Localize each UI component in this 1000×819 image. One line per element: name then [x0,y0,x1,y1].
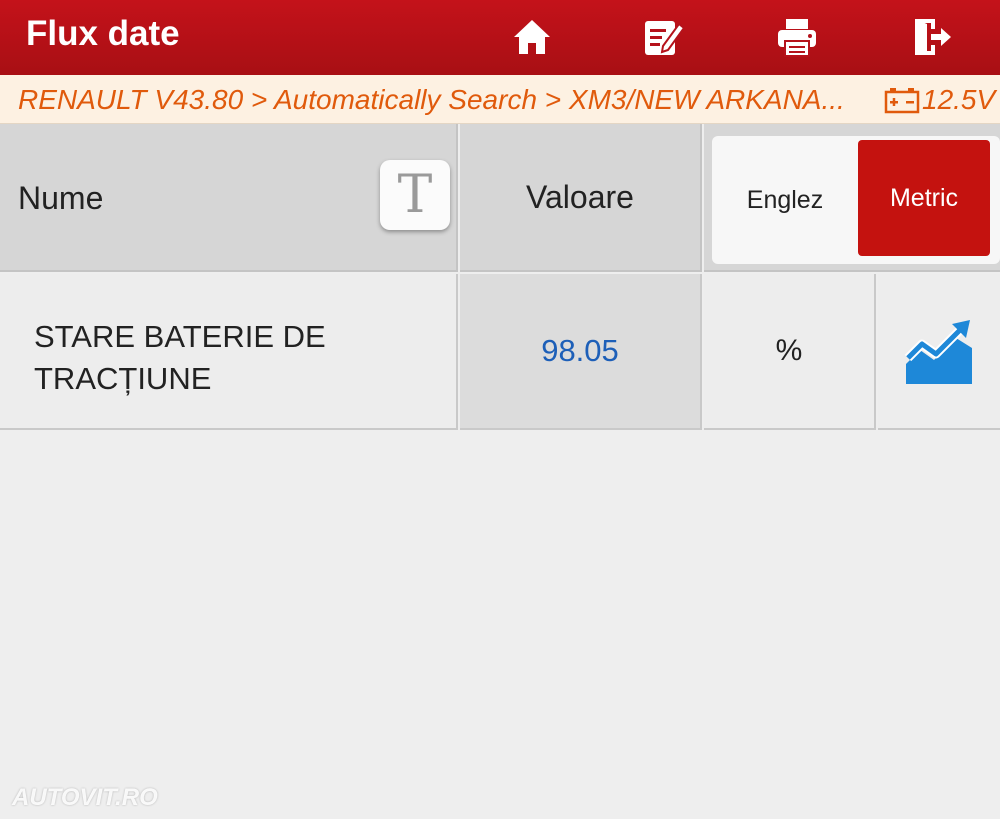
column-header-name: Nume T [0,124,458,272]
column-header-value: Valoare [460,124,702,272]
graph-button[interactable] [878,274,1000,430]
battery-voltage: 12.5V [922,84,996,115]
edit-icon [645,21,685,55]
trend-chart-icon [904,320,972,384]
home-button[interactable] [505,10,559,64]
row-name: STARE BATERIE DE TRACȚIUNE [34,319,326,396]
row-unit-cell: % [704,274,876,430]
print-button[interactable] [770,10,824,64]
row-value: 98.05 [541,333,619,368]
row-name-cell: STARE BATERIE DE TRACȚIUNE [0,274,458,430]
exit-icon [915,19,951,55]
breadcrumb-bar: RENAULT V43.80 > Automatically Search > … [0,75,1000,124]
breadcrumb: RENAULT V43.80 > Automatically Search > … [18,84,845,115]
value-header-label: Valoare [526,178,634,215]
english-units-button[interactable]: Englez [712,136,858,264]
unit-toggle: Englez Metric [712,136,1000,264]
name-header-label: Nume [18,180,104,216]
top-bar: Flux date [0,0,1000,75]
battery-status: 12.5V [884,84,995,116]
metric-units-button[interactable]: Metric [858,140,990,256]
text-format-icon: T [397,165,433,225]
watermark: AUTOVIT.RO [12,784,158,811]
column-header-units: Englez Metric [704,124,1000,272]
font-size-button[interactable]: T [380,160,450,230]
edit-button[interactable] [636,10,690,64]
print-icon [778,19,816,57]
row-unit: % [775,334,803,367]
page-title: Flux date [26,14,180,53]
exit-button[interactable] [904,10,958,64]
row-value-cell: 98.05 [460,274,702,430]
table-row[interactable]: STARE BATERIE DE TRACȚIUNE 98.05 % [0,274,1000,430]
battery-icon [884,88,920,114]
home-icon [514,20,550,54]
